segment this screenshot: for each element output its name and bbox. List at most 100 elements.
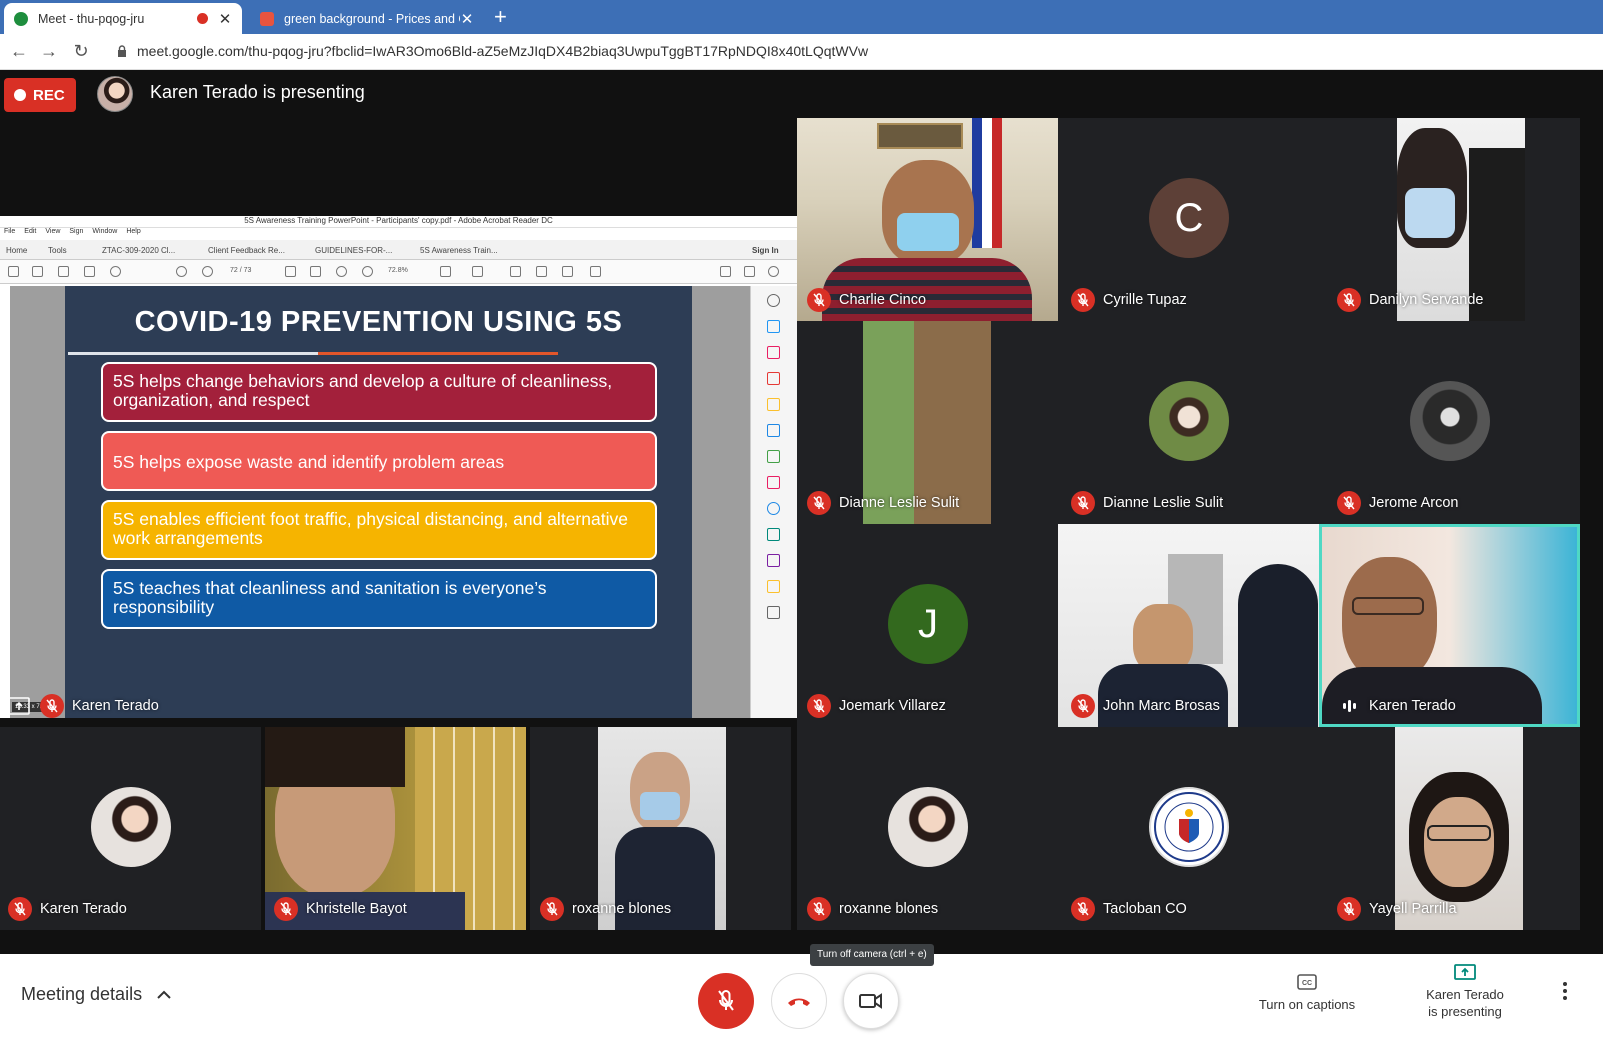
url-field[interactable]: meet.google.com/thu-pqog-jru?fbclid=IwAR…: [137, 43, 868, 59]
menu-file[interactable]: File: [4, 228, 15, 239]
participant-name: Charlie Cinco: [839, 292, 927, 308]
close-tab-icon[interactable]: ✕: [460, 10, 474, 28]
tab-green-background[interactable]: green background - Prices and C ✕: [250, 3, 484, 34]
mic-off-icon: [40, 694, 64, 718]
meeting-controls-bar: Meeting details CC Turn on captions Kare…: [0, 954, 1603, 1041]
zoom-level[interactable]: 72.8%: [388, 267, 408, 274]
participant-name-label: Karen Terado: [8, 897, 127, 921]
tab-meet[interactable]: Meet - thu-pqog-jru ✕: [4, 3, 242, 34]
present-screen-icon: [1454, 964, 1476, 980]
camera-toggle-button[interactable]: [843, 973, 899, 1029]
face-mask: [1405, 188, 1455, 238]
face: [1424, 797, 1494, 887]
close-tab-icon[interactable]: ✕: [218, 10, 232, 28]
acrobat-tab-doc[interactable]: Client Feedback Re...: [208, 246, 285, 255]
combine-files-icon[interactable]: [767, 424, 780, 437]
forward-arrow-icon[interactable]: →: [38, 41, 60, 62]
participant-name-label: Charlie Cinco: [807, 288, 926, 312]
captions-button[interactable]: CC Turn on captions: [1252, 974, 1362, 1012]
more-options-icon[interactable]: [1560, 982, 1570, 1000]
participant-name-label: Cyrille Tupaz: [1071, 288, 1187, 312]
face-mask: [897, 213, 959, 251]
menu-view[interactable]: View: [45, 228, 60, 239]
acrobat-menu-bar: File Edit View Sign Window Help: [0, 228, 141, 239]
sign-icon[interactable]: [562, 266, 573, 277]
participant-name-label: John Marc Brosas: [1071, 694, 1220, 718]
protect-icon[interactable]: [767, 502, 780, 515]
avatar: [1149, 381, 1229, 461]
mic-off-icon: [1071, 491, 1095, 515]
edit-icon[interactable]: [720, 266, 731, 277]
zoom-in-icon[interactable]: [362, 266, 373, 277]
search-icon[interactable]: [110, 266, 121, 277]
fill-sign-icon[interactable]: [767, 476, 780, 489]
acrobat-tab-home[interactable]: Home: [6, 246, 27, 255]
presentation-owner: Karen Terado: [72, 698, 159, 714]
new-tab-icon[interactable]: +: [494, 4, 507, 30]
acrobat-sign-in[interactable]: Sign In: [752, 246, 779, 255]
reload-icon[interactable]: ↻: [70, 41, 92, 62]
send-signature-icon[interactable]: [767, 554, 780, 567]
page-indicator[interactable]: 72 / 73: [230, 267, 251, 274]
optimize-icon[interactable]: [767, 528, 780, 541]
participant-name: Dianne Leslie Sulit: [1103, 495, 1224, 511]
presenter-avatar: [97, 76, 133, 112]
presenting-button[interactable]: Karen Terado is presenting: [1412, 964, 1518, 1020]
recording-indicator-icon: [197, 13, 208, 24]
menu-window[interactable]: Window: [92, 228, 117, 239]
camera-icon: [859, 993, 882, 1009]
collapse-pane-icon[interactable]: [767, 606, 780, 619]
participant-name: Karen Terado: [1369, 698, 1456, 714]
face: [1342, 557, 1437, 682]
create-pdf-icon[interactable]: [767, 346, 780, 359]
presenting-banner: Karen Terado is presenting: [150, 82, 365, 102]
stamp-icon[interactable]: [767, 580, 780, 593]
shared-screen[interactable]: 5S Awareness Training PowerPoint - Parti…: [0, 216, 797, 718]
organize-pages-icon[interactable]: [767, 450, 780, 463]
pen-icon[interactable]: [536, 266, 547, 277]
more-tools-icon[interactable]: [590, 266, 601, 277]
acrobat-tab-doc-active[interactable]: 5S Awareness Train...: [420, 246, 498, 255]
upload-icon[interactable]: [58, 266, 69, 277]
select-cursor-icon[interactable]: [285, 266, 296, 277]
scroll-mode-icon[interactable]: [472, 266, 483, 277]
participant-name: Khristelle Bayot: [306, 901, 407, 917]
dfa-seal-icon: [1149, 787, 1229, 867]
mic-off-icon: [1337, 897, 1361, 921]
wall-picture: [877, 123, 963, 149]
acrobat-tab-doc[interactable]: ZTAC-309-2020 Cl...: [102, 246, 175, 255]
save-icon[interactable]: [8, 266, 19, 277]
star-icon[interactable]: [32, 266, 43, 277]
hand-tool-icon[interactable]: [310, 266, 321, 277]
acrobat-tabs: Home Tools ZTAC-309-2020 Cl... Client Fe…: [0, 240, 797, 260]
microphone-toggle-button[interactable]: [698, 973, 754, 1029]
browser-tab-bar: Meet - thu-pqog-jru ✕ green background -…: [0, 0, 1603, 34]
acrobat-tab-doc[interactable]: GUIDELINES-FOR-...: [315, 246, 392, 255]
menu-help[interactable]: Help: [126, 228, 140, 239]
comment-tool-icon[interactable]: [767, 398, 780, 411]
share-user-icon[interactable]: [768, 266, 779, 277]
meeting-details-button[interactable]: Meeting details: [21, 984, 172, 1005]
page-up-icon[interactable]: [176, 266, 187, 277]
edit-pdf-icon[interactable]: [767, 372, 780, 385]
participant-name-label: Joemark Villarez: [807, 694, 946, 718]
acrobat-tab-tools[interactable]: Tools: [48, 246, 67, 255]
menu-edit[interactable]: Edit: [24, 228, 36, 239]
zoom-out-icon[interactable]: [336, 266, 347, 277]
mail-icon[interactable]: [744, 266, 755, 277]
meet-favicon-icon: [14, 11, 28, 26]
participant-name-label: Danilyn Servande: [1337, 288, 1483, 312]
export-pdf-icon[interactable]: [767, 320, 780, 333]
leave-call-button[interactable]: [771, 973, 827, 1029]
comment-icon[interactable]: [510, 266, 521, 277]
page-down-icon[interactable]: [202, 266, 213, 277]
acrobat-tools-pane: [750, 286, 797, 718]
fit-page-icon[interactable]: [440, 266, 451, 277]
print-icon[interactable]: [84, 266, 95, 277]
participant-name: Cyrille Tupaz: [1103, 292, 1187, 308]
zoom-icon[interactable]: [767, 294, 780, 307]
menu-sign[interactable]: Sign: [69, 228, 83, 239]
mic-off-icon: [807, 288, 831, 312]
back-arrow-icon[interactable]: ←: [8, 41, 30, 62]
mic-off-icon: [274, 897, 298, 921]
